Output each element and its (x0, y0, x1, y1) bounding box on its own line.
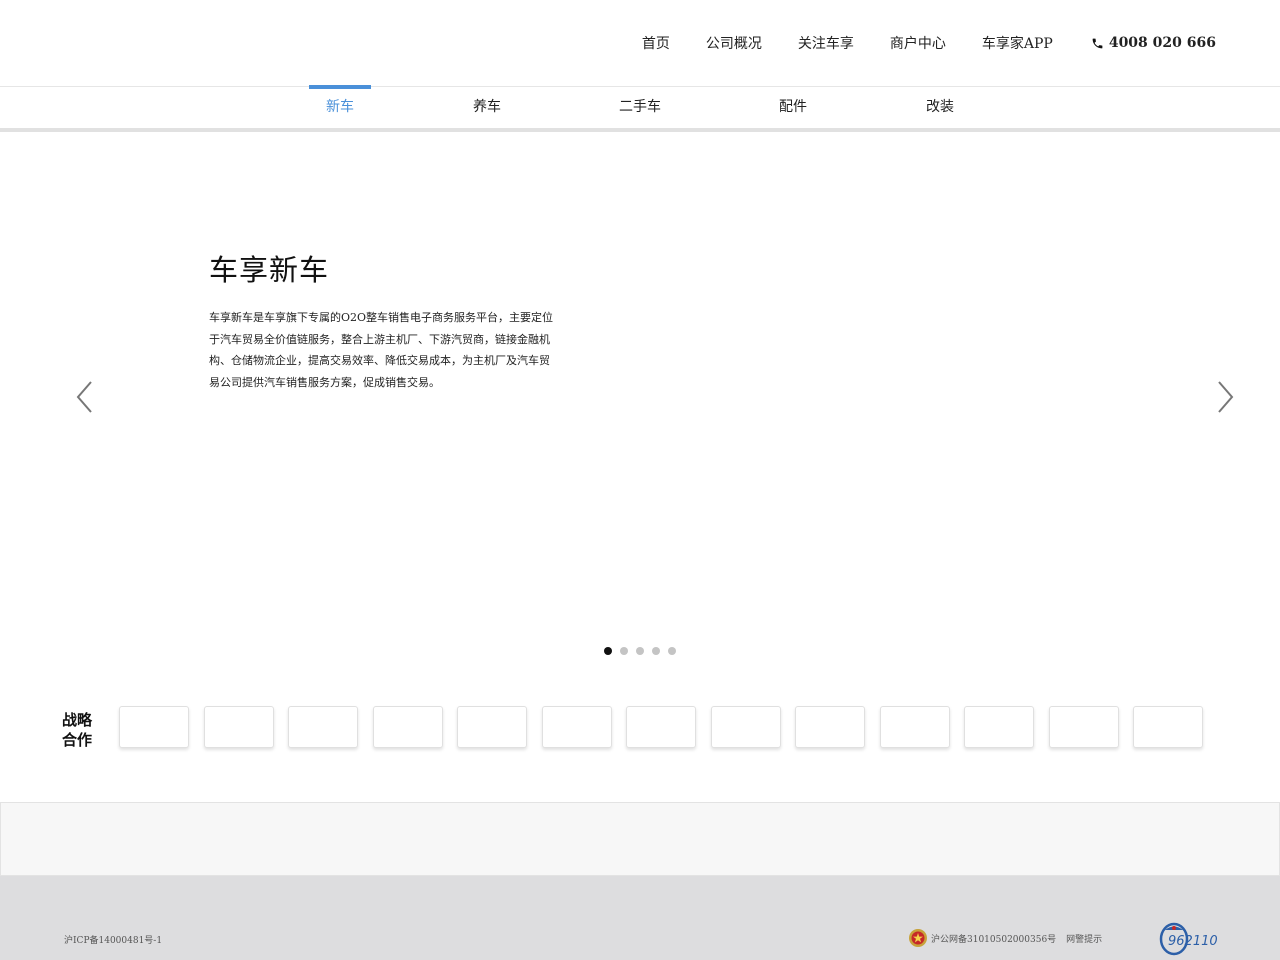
carousel-dot-5[interactable] (668, 647, 676, 655)
partners-label: 战略合作 (62, 711, 93, 749)
nav-merchant-center[interactable]: 商户中心 (890, 33, 946, 53)
partner-logo[interactable] (372, 706, 443, 748)
partner-logo[interactable] (795, 706, 865, 748)
partner-logo[interactable] (626, 706, 696, 748)
tab-used-car[interactable]: 二手车 (612, 87, 668, 128)
carousel-dot-1[interactable] (604, 647, 612, 655)
police-tip-link[interactable]: 网警提示 (1066, 932, 1102, 945)
phone-icon (1092, 38, 1103, 48)
carousel-dot-4[interactable] (652, 647, 660, 655)
badge-number: 962110 (1168, 934, 1217, 949)
carousel-dot-2[interactable] (620, 647, 628, 655)
category-tabs: 新车 养车 二手车 配件 改装 (0, 85, 1280, 132)
hero-carousel: 车享新车 车享新车是车享旗下专属的O2O整车销售电子商务服务平台，主要定位于汽车… (0, 132, 1280, 672)
police-record: 沪公网备31010502000356号 网警提示 (908, 928, 1102, 948)
phone-number: 4008 020 666 (1108, 35, 1216, 51)
police-emblem-icon (909, 929, 927, 947)
partner-logo[interactable] (1133, 706, 1203, 748)
nav-company-overview[interactable]: 公司概况 (706, 33, 762, 53)
strategic-partners: 战略合作 (0, 690, 1280, 770)
site-footer: 沪ICP备14000481号-1 沪公网备31010502000356号 网警提… (0, 876, 1280, 960)
tab-new-car[interactable]: 新车 (309, 85, 371, 128)
top-nav: 首页 公司概况 关注车享 商户中心 车享家APP 4008 020 666 (606, 0, 1216, 86)
police-record-number[interactable]: 沪公网备31010502000356号 (931, 932, 1056, 945)
partner-logo[interactable] (203, 706, 274, 748)
site-header: 首页 公司概况 关注车享 商户中心 车享家APP 4008 020 666 (0, 0, 1280, 87)
partner-logo-row (119, 706, 1218, 748)
partner-logo[interactable] (288, 706, 358, 748)
tab-modification[interactable]: 改装 (915, 87, 965, 128)
nav-chexiangjia-app[interactable]: 车享家APP (982, 33, 1053, 53)
partner-logo[interactable] (879, 706, 950, 748)
hero-title: 车享新车 (209, 253, 330, 287)
nav-follow-chexiang[interactable]: 关注车享 (798, 33, 854, 53)
962110-badge-icon[interactable]: 962110 (1159, 922, 1217, 956)
partner-logo[interactable] (119, 706, 189, 748)
phone-hotline[interactable]: 4008 020 666 (1091, 35, 1216, 51)
partner-logo[interactable] (541, 706, 612, 748)
partner-logo[interactable] (964, 706, 1034, 748)
tab-car-maintenance[interactable]: 养车 (462, 87, 512, 128)
carousel-pagination (0, 647, 1280, 655)
icp-record[interactable]: 沪ICP备14000481号-1 (64, 933, 162, 946)
hero-description: 车享新车是车享旗下专属的O2O整车销售电子商务服务平台，主要定位于汽车贸易全价值… (209, 311, 554, 389)
partner-logo[interactable] (457, 706, 527, 748)
nav-home[interactable]: 首页 (642, 33, 670, 53)
tab-parts[interactable]: 配件 (768, 87, 818, 128)
footer-links-band (0, 802, 1280, 876)
partner-logo[interactable] (1048, 706, 1119, 748)
chevron-left-icon[interactable] (70, 372, 100, 422)
carousel-dot-3[interactable] (636, 647, 644, 655)
partner-logo[interactable] (710, 706, 781, 748)
chevron-right-icon[interactable] (1210, 372, 1240, 422)
